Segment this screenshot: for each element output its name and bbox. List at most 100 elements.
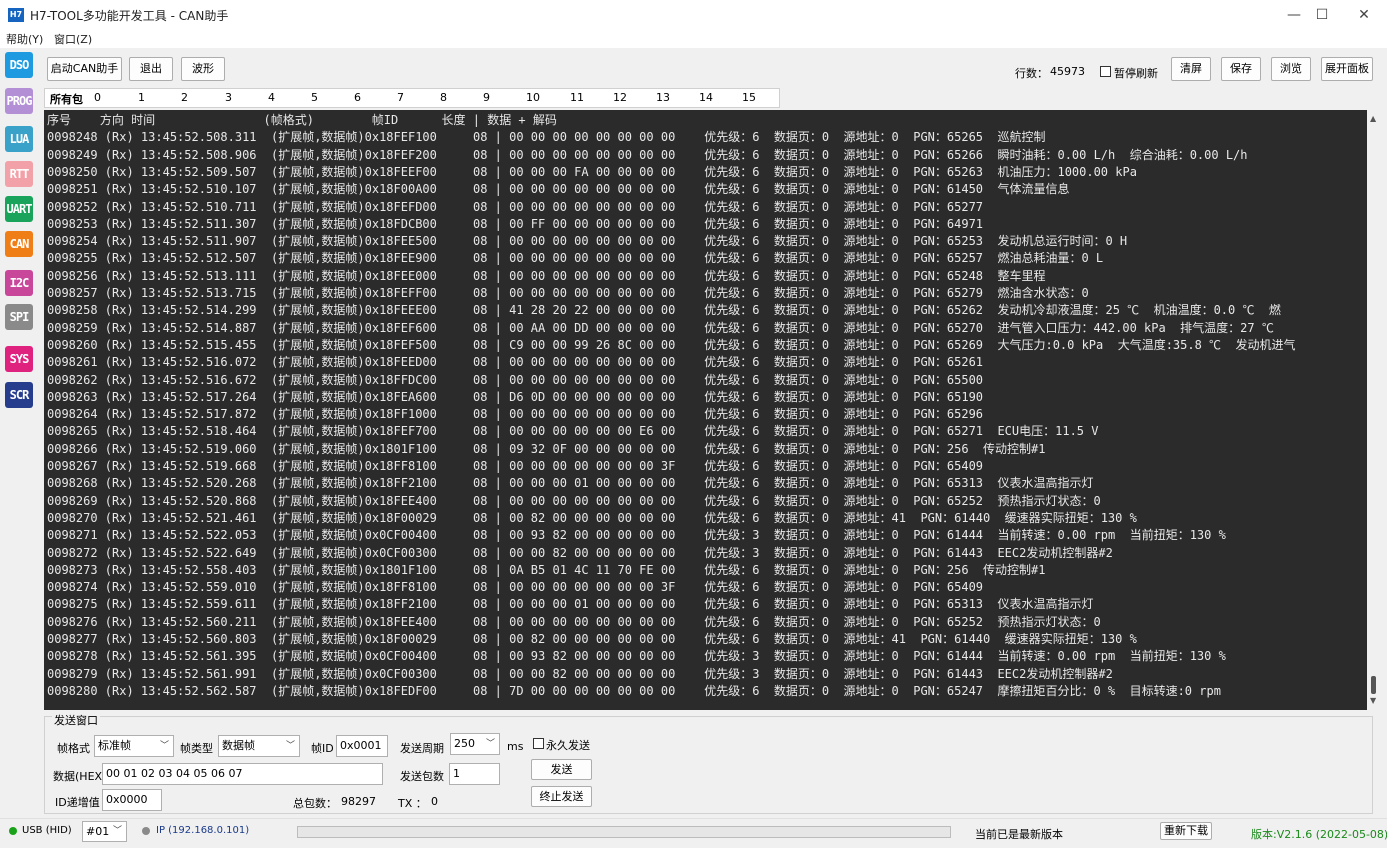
total-packets-label: 总包数： [293, 797, 337, 810]
tab-channel-10[interactable]: 10 [526, 91, 540, 104]
stop-send-button[interactable]: 终止发送 [531, 786, 592, 807]
id-increment-input[interactable]: 0x0000 [102, 789, 162, 811]
usb-status-label: USB (HID) [22, 825, 72, 836]
tab-channel-2[interactable]: 2 [181, 91, 188, 104]
window-title: H7-TOOL多功能开发工具 - CAN助手 [30, 9, 229, 23]
log-row: 0098270 (Rx) 13:45:52.521.461 (扩展帧,数据帧)0… [47, 510, 1137, 525]
menu-bar: 帮助(Y) 窗口(Z) [0, 30, 1387, 48]
log-row: 0098249 (Rx) 13:45:52.508.906 (扩展帧,数据帧)0… [47, 147, 1248, 162]
scrollbar-thumb[interactable] [1371, 676, 1376, 694]
wave-button[interactable]: 波形 [181, 57, 225, 81]
log-row: 0098250 (Rx) 13:45:52.509.507 (扩展帧,数据帧)0… [47, 164, 1137, 179]
log-row: 0098268 (Rx) 13:45:52.520.268 (扩展帧,数据帧)0… [47, 476, 1094, 491]
ip-status-icon [142, 827, 150, 835]
log-row: 0098272 (Rx) 13:45:52.522.649 (扩展帧,数据帧)0… [47, 545, 1113, 560]
device-value: #01 [86, 825, 110, 838]
tab-channel-5[interactable]: 5 [311, 91, 318, 104]
frame-type-value: 数据帧 [222, 739, 255, 752]
log-row: 0098280 (Rx) 13:45:52.562.587 (扩展帧,数据帧)0… [47, 683, 1221, 698]
tab-channel-7[interactable]: 7 [397, 91, 404, 104]
tab-channel-8[interactable]: 8 [440, 91, 447, 104]
log-row: 0098275 (Rx) 13:45:52.559.611 (扩展帧,数据帧)0… [47, 597, 1094, 612]
row-count-label: 行数： [1015, 67, 1048, 80]
channel-tabs: 所有包 0 1 2 3 4 5 6 7 8 9 10 11 12 13 14 1… [44, 88, 780, 108]
log-row: 0098251 (Rx) 13:45:52.510.107 (扩展帧,数据帧)0… [47, 182, 1070, 197]
send-period-select[interactable]: 250 ﹀ [450, 733, 500, 755]
log-row: 0098260 (Rx) 13:45:52.515.455 (扩展帧,数据帧)0… [47, 337, 1296, 352]
pause-refresh-label: 暂停刷新 [1114, 67, 1158, 80]
frame-format-label: 帧格式 [57, 742, 90, 755]
sidebar-can-button[interactable]: CAN [5, 231, 33, 257]
pause-refresh-checkbox[interactable] [1100, 66, 1111, 77]
tab-channel-3[interactable]: 3 [225, 91, 232, 104]
log-row: 0098253 (Rx) 13:45:52.511.307 (扩展帧,数据帧)0… [47, 216, 984, 231]
sidebar-i2c-button[interactable]: I2C [5, 270, 33, 296]
send-count-label: 发送包数 [400, 770, 444, 783]
tab-channel-14[interactable]: 14 [699, 91, 713, 104]
log-row: 0098258 (Rx) 13:45:52.514.299 (扩展帧,数据帧)0… [47, 303, 1281, 318]
log-row: 0098254 (Rx) 13:45:52.511.907 (扩展帧,数据帧)0… [47, 234, 1128, 249]
tab-channel-1[interactable]: 1 [138, 91, 145, 104]
forever-send-label: 永久发送 [546, 739, 590, 752]
tab-channel-4[interactable]: 4 [268, 91, 275, 104]
tab-channel-6[interactable]: 6 [354, 91, 361, 104]
expand-panel-button[interactable]: 展开面板 [1321, 57, 1373, 81]
log-row: 0098263 (Rx) 13:45:52.517.264 (扩展帧,数据帧)0… [47, 389, 984, 404]
browse-button[interactable]: 浏览 [1271, 57, 1311, 81]
frame-type-select[interactable]: 数据帧 ﹀ [218, 735, 300, 757]
log-row: 0098257 (Rx) 13:45:52.513.715 (扩展帧,数据帧)0… [47, 286, 1089, 300]
tab-channel-15[interactable]: 15 [742, 91, 756, 104]
sidebar-scr-button[interactable]: SCR [5, 382, 33, 408]
total-packets-value: 98297 [341, 795, 376, 808]
log-row: 0098248 (Rx) 13:45:52.508.311 (扩展帧,数据帧)0… [47, 130, 1046, 145]
log-row: 0098256 (Rx) 13:45:52.513.111 (扩展帧,数据帧)0… [47, 268, 1046, 283]
log-row: 0098265 (Rx) 13:45:52.518.464 (扩展帧,数据帧)0… [47, 424, 1099, 439]
menu-window[interactable]: 窗口(Z) [54, 31, 92, 47]
tab-channel-11[interactable]: 11 [570, 91, 584, 104]
log-row: 0098267 (Rx) 13:45:52.519.668 (扩展帧,数据帧)0… [47, 459, 984, 473]
close-button[interactable]: ✕ [1341, 0, 1387, 30]
log-row: 0098262 (Rx) 13:45:52.516.672 (扩展帧,数据帧)0… [47, 372, 984, 387]
can-log-terminal[interactable]: 序号 方向 时间 (帧格式) 帧ID 长度 | 数据 + 解码 0098248 … [44, 110, 1367, 710]
sidebar-spi-button[interactable]: SPI [5, 304, 33, 330]
chevron-down-icon: ﹀ [112, 826, 122, 836]
send-count-input[interactable]: 1 [449, 763, 500, 785]
forever-send-checkbox[interactable] [533, 738, 544, 749]
tab-channel-12[interactable]: 12 [613, 91, 627, 104]
save-button[interactable]: 保存 [1221, 57, 1261, 81]
scroll-down-icon[interactable]: ▼ [1370, 696, 1376, 705]
sidebar-dso-button[interactable]: DSO [5, 52, 33, 78]
log-row: 0098266 (Rx) 13:45:52.519.060 (扩展帧,数据帧)0… [47, 441, 1046, 456]
log-row: 0098273 (Rx) 13:45:52.558.403 (扩展帧,数据帧)0… [47, 562, 1046, 577]
tx-value: 0 [431, 795, 438, 808]
terminal-scrollbar[interactable]: ▲ ▼ [1367, 110, 1381, 710]
send-period-value: 250 [454, 737, 475, 750]
menu-help[interactable]: 帮助(Y) [6, 31, 43, 47]
send-button[interactable]: 发送 [531, 759, 592, 780]
terminal-header: 序号 方向 时间 (帧格式) 帧ID 长度 | 数据 + 解码 [47, 113, 557, 127]
log-row: 0098274 (Rx) 13:45:52.559.010 (扩展帧,数据帧)0… [47, 580, 984, 595]
frame-id-input[interactable]: 0x0001 [336, 735, 388, 757]
sidebar-sys-button[interactable]: SYS [5, 346, 33, 372]
scroll-up-icon[interactable]: ▲ [1370, 114, 1376, 123]
tab-channel-13[interactable]: 13 [656, 91, 670, 104]
frame-format-select[interactable]: 标准帧 ﹀ [94, 735, 174, 757]
log-row: 0098259 (Rx) 13:45:52.514.887 (扩展帧,数据帧)0… [47, 320, 1274, 335]
tab-channel-0[interactable]: 0 [94, 91, 101, 104]
data-hex-label: 数据(HEX) [53, 770, 107, 783]
sidebar-prog-button[interactable]: PROG [5, 88, 33, 114]
sidebar-lua-button[interactable]: LUA [5, 126, 33, 152]
log-row: 0098276 (Rx) 13:45:52.560.211 (扩展帧,数据帧)0… [47, 614, 1101, 629]
chevron-down-icon: ﹀ [485, 739, 495, 749]
redownload-button[interactable]: 重新下载 [1160, 822, 1212, 840]
data-hex-input[interactable]: 00 01 02 03 04 05 06 07 [102, 763, 383, 785]
device-select[interactable]: #01 ﹀ [82, 821, 127, 842]
tab-channel-9[interactable]: 9 [483, 91, 490, 104]
exit-button[interactable]: 退出 [129, 57, 173, 81]
tab-all-packets[interactable]: 所有包 [50, 91, 83, 107]
clear-button[interactable]: 清屏 [1171, 57, 1211, 81]
sidebar-uart-button[interactable]: UART [5, 196, 33, 222]
start-can-button[interactable]: 启动CAN助手 [47, 57, 122, 81]
sidebar-rtt-button[interactable]: RTT [5, 161, 33, 187]
maximize-button[interactable]: ☐ [1299, 0, 1345, 30]
